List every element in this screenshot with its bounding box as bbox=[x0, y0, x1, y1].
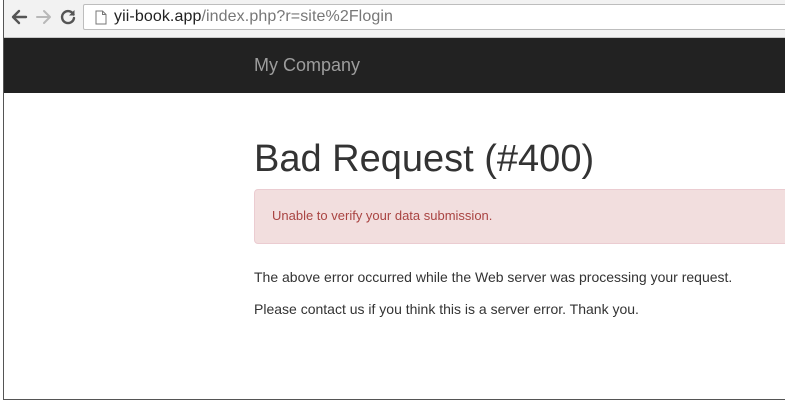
url-text: yii-book.app/index.php?r=site%2Flogin bbox=[114, 8, 393, 26]
app-navbar: My Company bbox=[4, 38, 785, 93]
arrow-right-icon bbox=[36, 10, 51, 24]
arrow-left-icon bbox=[11, 9, 28, 25]
address-bar[interactable]: yii-book.app/index.php?r=site%2Flogin bbox=[83, 4, 785, 30]
back-button[interactable] bbox=[8, 6, 30, 28]
reload-button[interactable] bbox=[57, 6, 79, 28]
error-alert: Unable to verify your data submission. bbox=[254, 189, 785, 244]
browser-window: yii-book.app/index.php?r=site%2Flogin My… bbox=[3, 0, 785, 400]
page-title: Bad Request (#400) bbox=[254, 138, 595, 180]
forward-button[interactable] bbox=[33, 6, 55, 28]
error-description: The above error occurred while the Web s… bbox=[254, 269, 733, 285]
url-host: yii-book.app bbox=[114, 8, 202, 25]
url-path: /index.php?r=site%2Flogin bbox=[201, 8, 393, 25]
browser-toolbar: yii-book.app/index.php?r=site%2Flogin bbox=[4, 0, 785, 38]
contact-note: Please contact us if you think this is a… bbox=[254, 301, 639, 317]
brand-link[interactable]: My Company bbox=[254, 55, 360, 76]
reload-icon bbox=[60, 9, 76, 25]
page-icon bbox=[92, 8, 110, 26]
alert-message: Unable to verify your data submission. bbox=[272, 208, 493, 223]
